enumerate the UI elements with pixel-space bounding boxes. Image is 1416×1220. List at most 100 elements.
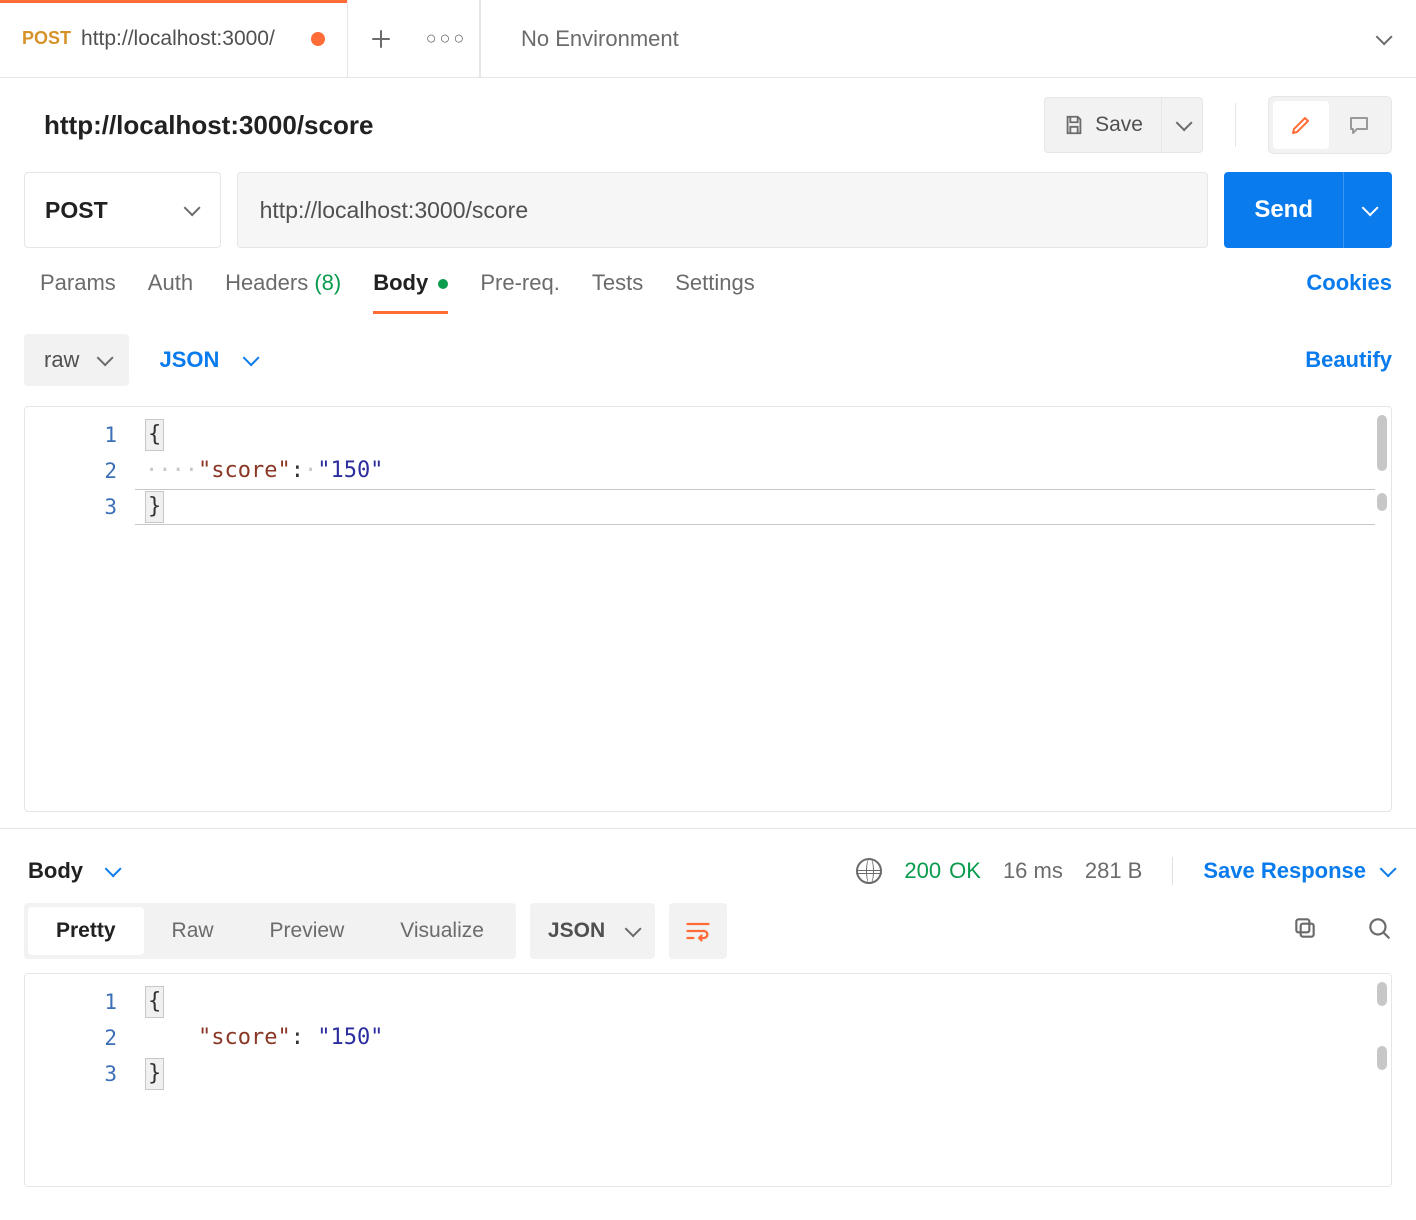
request-tabs: Params Auth Headers (8) Body Pre-req. Te… xyxy=(0,270,1416,314)
method-value: POST xyxy=(45,197,108,224)
status-block: 200 OK xyxy=(904,858,981,884)
open-brace: { xyxy=(145,986,164,1018)
tab-title: http://localhost:3000/ xyxy=(81,27,301,51)
search-icon xyxy=(1366,915,1392,941)
line-number: 3 xyxy=(25,489,117,525)
cookies-link[interactable]: Cookies xyxy=(1306,270,1392,314)
line-number: 1 xyxy=(25,984,117,1020)
chevron-down-icon xyxy=(1380,860,1397,877)
url-bar-row: POST http://localhost:3000/score Send xyxy=(0,172,1416,248)
save-response-button[interactable]: Save Response xyxy=(1203,858,1392,884)
colon: : xyxy=(291,1025,304,1050)
response-format-value: JSON xyxy=(548,919,605,943)
send-button-group: Send xyxy=(1224,172,1392,248)
chevron-down-icon xyxy=(243,349,260,366)
tab-settings[interactable]: Settings xyxy=(675,270,755,314)
tab-headers-label: Headers xyxy=(225,270,308,295)
tab-overflow-button[interactable]: ○○○ xyxy=(414,0,480,77)
body-mode-selector[interactable]: raw xyxy=(24,334,129,386)
tab-request[interactable]: POST http://localhost:3000/ xyxy=(0,0,348,77)
space-guide: · xyxy=(304,458,317,483)
chevron-down-icon xyxy=(183,199,200,216)
save-options-button[interactable] xyxy=(1162,97,1203,153)
unsaved-dot-icon xyxy=(311,32,325,46)
tab-tests[interactable]: Tests xyxy=(592,270,643,314)
save-response-label: Save Response xyxy=(1203,858,1366,884)
url-input[interactable]: http://localhost:3000/score xyxy=(237,172,1209,248)
response-header-row: Body 200 OK 16 ms 281 B Save Response xyxy=(0,828,1416,903)
response-format-selector[interactable]: JSON xyxy=(530,903,655,959)
body-active-dot-icon xyxy=(438,279,448,289)
chevron-down-icon xyxy=(1376,28,1393,45)
send-button[interactable]: Send xyxy=(1224,172,1343,248)
tab-body-label: Body xyxy=(373,270,428,295)
code-area[interactable]: { ····"score":·"150" } xyxy=(145,417,1375,525)
json-value: "150" xyxy=(317,458,383,483)
save-button-label: Save xyxy=(1095,113,1143,137)
copy-icon xyxy=(1292,915,1318,941)
method-selector[interactable]: POST xyxy=(24,172,221,248)
scrollbar[interactable] xyxy=(1377,415,1387,471)
response-section-label: Body xyxy=(28,858,83,884)
response-body-editor[interactable]: 1 2 3 { "score": "150" } xyxy=(24,973,1392,1187)
indent xyxy=(145,1025,198,1050)
response-size: 281 B xyxy=(1085,858,1143,884)
wrap-icon xyxy=(684,917,712,945)
response-view-toolbar: Pretty Raw Preview Visualize JSON xyxy=(0,903,1416,959)
tab-body[interactable]: Body xyxy=(373,270,448,314)
json-key: "score" xyxy=(198,458,291,483)
save-icon xyxy=(1063,114,1085,136)
line-number: 3 xyxy=(25,1056,117,1092)
tab-headers[interactable]: Headers (8) xyxy=(225,270,341,314)
view-mode-toggle xyxy=(1268,96,1392,154)
search-response-button[interactable] xyxy=(1366,915,1392,947)
view-visualize-button[interactable]: Visualize xyxy=(372,907,512,955)
send-options-button[interactable] xyxy=(1343,172,1392,248)
separator xyxy=(1172,857,1173,885)
body-mode-value: raw xyxy=(44,347,79,373)
wrap-lines-button[interactable] xyxy=(669,903,727,959)
tab-params[interactable]: Params xyxy=(40,270,116,314)
request-body-editor[interactable]: 1 2 3 { ····"score":·"150" } xyxy=(24,406,1392,812)
chevron-down-icon xyxy=(105,860,122,877)
scrollbar[interactable] xyxy=(1377,982,1387,1006)
scrollbar[interactable] xyxy=(1377,1046,1387,1070)
line-gutter: 1 2 3 xyxy=(25,407,135,811)
tab-method-label: POST xyxy=(22,28,71,49)
comment-mode-button[interactable] xyxy=(1331,101,1387,149)
body-format-value: JSON xyxy=(159,347,219,373)
request-title-row: http://localhost:3000/score Save xyxy=(0,78,1416,172)
body-format-selector[interactable]: JSON xyxy=(149,334,265,386)
close-brace: } xyxy=(145,491,164,523)
request-title[interactable]: http://localhost:3000/score xyxy=(44,110,1026,141)
beautify-button[interactable]: Beautify xyxy=(1305,347,1392,373)
new-tab-button[interactable] xyxy=(348,0,414,77)
edit-mode-button[interactable] xyxy=(1273,101,1329,149)
view-segmented-control: Pretty Raw Preview Visualize xyxy=(24,903,516,959)
close-brace: } xyxy=(145,1058,164,1090)
json-key: "score" xyxy=(198,1025,291,1050)
view-preview-button[interactable]: Preview xyxy=(242,907,373,955)
chevron-down-icon xyxy=(1176,114,1193,131)
tab-auth[interactable]: Auth xyxy=(148,270,193,314)
status-text: OK xyxy=(949,858,981,884)
response-section-selector[interactable]: Body xyxy=(28,858,117,884)
view-pretty-button[interactable]: Pretty xyxy=(28,907,144,955)
chevron-down-icon xyxy=(97,349,114,366)
line-number: 2 xyxy=(25,1020,117,1056)
chevron-down-icon xyxy=(625,920,642,937)
globe-icon[interactable] xyxy=(856,858,882,884)
code-area: { "score": "150" } xyxy=(145,984,1375,1092)
scrollbar[interactable] xyxy=(1377,493,1387,511)
open-brace: { xyxy=(145,419,164,451)
environment-selector[interactable]: No Environment xyxy=(480,0,1416,77)
tab-prereq[interactable]: Pre-req. xyxy=(480,270,559,314)
response-time: 16 ms xyxy=(1003,858,1063,884)
copy-response-button[interactable] xyxy=(1292,915,1318,947)
json-value: "150" xyxy=(317,1025,383,1050)
view-raw-button[interactable]: Raw xyxy=(144,907,242,955)
save-button-group: Save xyxy=(1044,97,1203,153)
save-button[interactable]: Save xyxy=(1044,97,1162,153)
status-code: 200 xyxy=(904,858,941,884)
line-number: 2 xyxy=(25,453,117,489)
